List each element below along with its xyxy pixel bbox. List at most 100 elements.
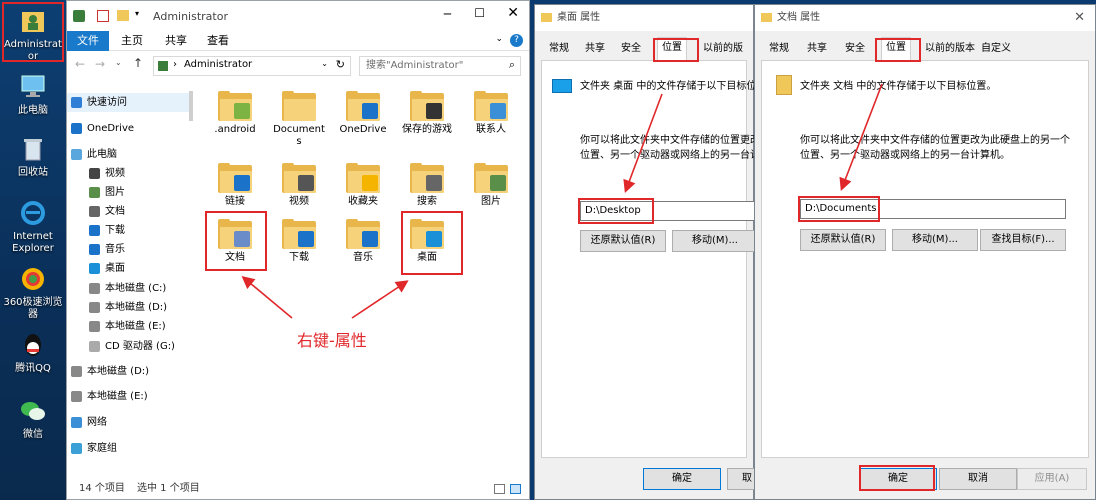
address-bar[interactable]: › Administrator ⌄ ↻	[153, 56, 351, 76]
chevron-down-icon[interactable]: ⌄	[115, 58, 122, 67]
chevron-down-icon[interactable]: ▾	[135, 9, 139, 18]
folder-icon	[346, 163, 380, 193]
chevron-down-icon[interactable]: ⌄	[495, 34, 503, 44]
details-view-icon[interactable]	[494, 484, 505, 494]
tab-location[interactable]: 位置	[881, 37, 911, 61]
folder-item[interactable]: 视频	[267, 159, 331, 208]
folder-label: 收藏夹	[348, 196, 378, 207]
tab-previous-versions[interactable]: 以前的版本	[699, 39, 747, 74]
folder-item[interactable]: 搜索	[395, 159, 459, 208]
nav-item[interactable]: 文档	[67, 202, 191, 221]
ok-button[interactable]: 确定	[859, 468, 937, 490]
folder-icon	[761, 13, 772, 22]
forward-arrow-icon[interactable]: →	[95, 57, 105, 71]
folder-item[interactable]: 收藏夹	[331, 159, 395, 208]
cloud-icon	[71, 123, 82, 134]
tab-home[interactable]: 主页	[111, 31, 153, 51]
cancel-button[interactable]: 取消	[939, 468, 1017, 490]
folder-item[interactable]: Document s	[267, 87, 331, 148]
nav-item[interactable]: 下载	[67, 221, 191, 240]
nav-item[interactable]: 此电脑	[67, 145, 191, 164]
help-icon[interactable]: ?	[510, 34, 523, 47]
minimize-button[interactable]: ─	[444, 7, 451, 21]
refresh-icon[interactable]: ↻	[336, 58, 345, 71]
tab-share[interactable]: 共享	[155, 31, 197, 51]
nav-item[interactable]: 本地磁盘 (D:)	[67, 362, 191, 381]
nav-item[interactable]: 桌面	[67, 259, 191, 278]
desktop-icon-this-pc[interactable]: 此电脑	[0, 72, 66, 117]
move-button[interactable]: 移动(M)...	[892, 229, 978, 251]
find-target-button[interactable]: 查找目标(F)...	[980, 229, 1066, 251]
location-path-input[interactable]: D:\Desktop	[580, 201, 756, 221]
folder-item[interactable]: 下载	[267, 215, 331, 264]
desktop-icon-wechat[interactable]: 微信	[0, 396, 66, 441]
tab-general[interactable]: 常规	[545, 39, 573, 59]
folder-item[interactable]: 音乐	[331, 215, 395, 264]
tab-customize[interactable]: 自定义	[977, 39, 1015, 59]
chevron-down-icon[interactable]: ⌄	[321, 59, 328, 68]
tab-general[interactable]: 常规	[765, 39, 793, 59]
close-button[interactable]: ✕	[507, 5, 519, 21]
drive-icon	[89, 321, 100, 332]
folder-item[interactable]: 链接	[203, 159, 267, 208]
dialog-titlebar[interactable]: 桌面 属性	[535, 5, 753, 31]
desktop-icon-qq[interactable]: 腾讯QQ	[0, 330, 66, 375]
folder-icon	[346, 91, 380, 121]
nav-item[interactable]: 本地磁盘 (D:)	[67, 298, 191, 317]
search-input[interactable]: 搜索"Administrator"	[359, 56, 521, 76]
folder-label: 图片	[481, 196, 501, 207]
desktop-icon-administrator[interactable]: Administrat or	[0, 6, 66, 63]
properties-icon[interactable]	[97, 10, 109, 22]
nav-item-label: 本地磁盘 (C:)	[105, 283, 167, 294]
folder-item[interactable]: 保存的游戏	[395, 87, 459, 136]
nav-scrollbar[interactable]	[189, 91, 193, 121]
tab-previous-versions[interactable]: 以前的版本	[921, 39, 979, 59]
maximize-button[interactable]: ☐	[474, 6, 485, 20]
nav-item-label: 本地磁盘 (D:)	[87, 366, 150, 377]
tab-security[interactable]: 安全	[617, 39, 645, 59]
desktop-icon-internet-explorer[interactable]: Internet Explorer	[0, 198, 66, 255]
desktop-icon-360-browser[interactable]: 360极速浏览 器	[0, 264, 66, 321]
large-icons-view-icon[interactable]	[510, 484, 521, 494]
up-arrow-icon[interactable]: ↑	[133, 56, 143, 70]
folder-item[interactable]: 图片	[459, 159, 523, 208]
folder-item[interactable]: 文档	[203, 215, 267, 264]
folder-item[interactable]: 桌面	[395, 215, 459, 264]
nav-item[interactable]: 图片	[67, 183, 191, 202]
folder-item[interactable]: OneDrive	[331, 87, 395, 136]
new-folder-icon[interactable]	[117, 10, 129, 21]
restore-default-button[interactable]: 还原默认值(R)	[800, 229, 886, 251]
folder-item[interactable]: .android	[203, 87, 267, 136]
location-path-input[interactable]: D:\Documents	[800, 199, 1066, 219]
tab-location[interactable]: 位置	[657, 37, 687, 61]
nav-item[interactable]: 家庭组	[67, 439, 191, 458]
nav-item[interactable]: OneDrive	[67, 119, 191, 138]
nav-item[interactable]: 本地磁盘 (C:)	[67, 279, 191, 298]
ok-button[interactable]: 确定	[643, 468, 721, 490]
tab-sharing[interactable]: 共享	[581, 39, 609, 59]
nav-item[interactable]: 本地磁盘 (E:)	[67, 387, 191, 406]
folder-item[interactable]: 联系人	[459, 87, 523, 136]
desktop-icon-recycle-bin[interactable]: 回收站	[0, 134, 66, 179]
nav-item[interactable]: CD 驱动器 (G:)	[67, 337, 191, 356]
nav-item-label: 快速访问	[87, 97, 127, 108]
tab-view[interactable]: 查看	[197, 31, 239, 51]
tab-sharing[interactable]: 共享	[803, 39, 831, 59]
search-icon[interactable]: ⌕	[509, 58, 515, 72]
tab-security[interactable]: 安全	[841, 39, 869, 59]
nav-item[interactable]: 音乐	[67, 240, 191, 259]
move-button[interactable]: 移动(M)...	[672, 230, 758, 252]
nav-item[interactable]: 本地磁盘 (E:)	[67, 317, 191, 336]
nav-item[interactable]: 视频	[67, 164, 191, 183]
dialog-titlebar[interactable]: 文档 属性 ✕	[755, 5, 1095, 31]
nav-item[interactable]: 快速访问	[67, 93, 191, 112]
back-arrow-icon[interactable]: ←	[75, 57, 85, 71]
nav-item[interactable]: 网络	[67, 413, 191, 432]
status-selected-count: 选中 1 个项目	[137, 483, 200, 494]
restore-default-button[interactable]: 还原默认值(R)	[580, 230, 666, 252]
apply-button[interactable]: 应用(A)	[1017, 468, 1087, 490]
tab-file[interactable]: 文件	[67, 31, 109, 51]
explorer-titlebar[interactable]: ▾ Administrator ─ ☐ ✕	[67, 1, 529, 31]
music-note-icon	[362, 231, 378, 247]
close-button[interactable]: ✕	[1074, 5, 1085, 31]
